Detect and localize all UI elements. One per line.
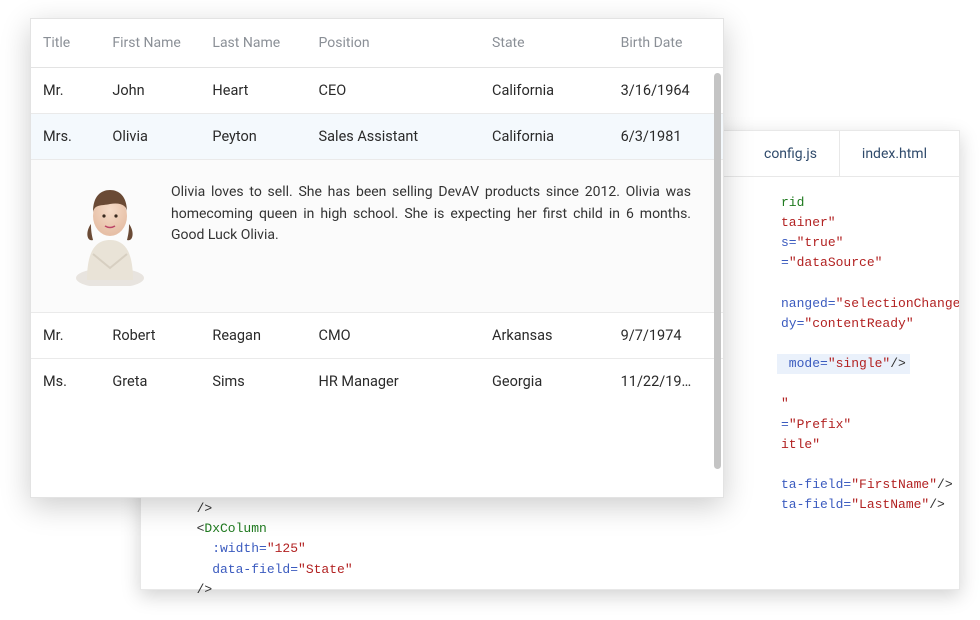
code-token: "contentReady" (804, 316, 913, 331)
cell-first: Olivia (100, 114, 200, 160)
grid-scroll-area: Title First Name Last Name Position Stat… (31, 19, 723, 497)
cell-birth: 11/22/19… (609, 359, 723, 405)
cell-birth: 9/7/1974 (609, 313, 723, 359)
cell-title: Ms. (31, 359, 100, 405)
code-token: s= (781, 235, 797, 250)
cell-first: Greta (100, 359, 200, 405)
cell-last: Heart (200, 68, 306, 114)
col-header-position[interactable]: Position (307, 19, 481, 68)
data-grid: Title First Name Last Name Position Stat… (31, 19, 723, 404)
col-header-first[interactable]: First Name (100, 19, 200, 68)
code-highlight-line: mode="single"/> (777, 354, 910, 374)
col-header-title[interactable]: Title (31, 19, 100, 68)
code-token: itle" (781, 437, 820, 452)
tab-index-html[interactable]: index.html (840, 131, 949, 176)
cell-first: John (100, 68, 200, 114)
cell-title: Mrs. (31, 114, 100, 160)
code-token: mode= (781, 356, 828, 371)
cell-position: CMO (307, 313, 481, 359)
cell-birth: 3/16/1964 (609, 68, 723, 114)
code-token: DxColumn (204, 521, 266, 536)
detail-wrap: Olivia loves to sell. She has been selli… (71, 182, 691, 286)
code-token: rid (781, 195, 804, 210)
code-token: " (781, 396, 789, 411)
code-token: = (781, 417, 789, 432)
code-token: tainer" (781, 215, 836, 230)
cell-last: Peyton (200, 114, 306, 160)
avatar (71, 182, 149, 286)
code-token: "State" (298, 562, 353, 577)
cell-position: HR Manager (307, 359, 481, 405)
code-token: "dataSource" (789, 255, 883, 270)
cell-state: Georgia (480, 359, 609, 405)
code-token: :width= (181, 541, 267, 556)
code-token: nanged= (781, 296, 836, 311)
col-header-birth[interactable]: Birth Date (609, 19, 723, 68)
code-token: ta-field= (781, 497, 851, 512)
code-token: "FirstName" (851, 477, 937, 492)
table-row[interactable]: Ms. Greta Sims HR Manager Georgia 11/22/… (31, 359, 723, 405)
cell-first: Robert (100, 313, 200, 359)
table-row-selected[interactable]: Mrs. Olivia Peyton Sales Assistant Calif… (31, 114, 723, 160)
code-token: "Prefix" (789, 417, 851, 432)
code-token: "true" (797, 235, 844, 250)
code-token: "LastName" (851, 497, 929, 512)
code-token: /> (181, 501, 212, 516)
table-row[interactable]: Mr. Robert Reagan CMO Arkansas 9/7/1974 (31, 313, 723, 359)
col-header-last[interactable]: Last Name (200, 19, 306, 68)
code-token: dy= (781, 316, 804, 331)
cell-title: Mr. (31, 68, 100, 114)
tab-config-js[interactable]: config.js (742, 131, 840, 176)
cell-title: Mr. (31, 313, 100, 359)
cell-state: California (480, 114, 609, 160)
col-header-state[interactable]: State (480, 19, 609, 68)
cell-last: Reagan (200, 313, 306, 359)
cell-state: Arkansas (480, 313, 609, 359)
code-token: < (181, 521, 204, 536)
cell-birth: 6/3/1981 (609, 114, 723, 160)
code-token: = (781, 255, 789, 270)
detail-text: Olivia loves to sell. She has been selli… (171, 182, 691, 247)
table-row[interactable]: Mr. John Heart CEO California 3/16/1964 (31, 68, 723, 114)
detail-row: Olivia loves to sell. She has been selli… (31, 160, 723, 313)
code-token: "selectionChanged" (836, 296, 959, 311)
code-token: /> (929, 497, 945, 512)
code-token: "single" (828, 356, 890, 371)
cell-position: Sales Assistant (307, 114, 481, 160)
code-token: /> (890, 356, 906, 371)
person-icon (71, 182, 149, 286)
detail-cell: Olivia loves to sell. She has been selli… (31, 160, 723, 313)
scrollbar-thumb[interactable] (714, 73, 721, 469)
cell-last: Sims (200, 359, 306, 405)
code-token: data-field= (181, 562, 298, 577)
data-grid-panel: Title First Name Last Name Position Stat… (30, 18, 724, 498)
code-token: "125" (267, 541, 306, 556)
code-token: ta-field= (781, 477, 851, 492)
code-token: /> (937, 477, 953, 492)
cell-position: CEO (307, 68, 481, 114)
cell-state: California (480, 68, 609, 114)
code-token: /> (181, 582, 212, 597)
header-row: Title First Name Last Name Position Stat… (31, 19, 723, 68)
